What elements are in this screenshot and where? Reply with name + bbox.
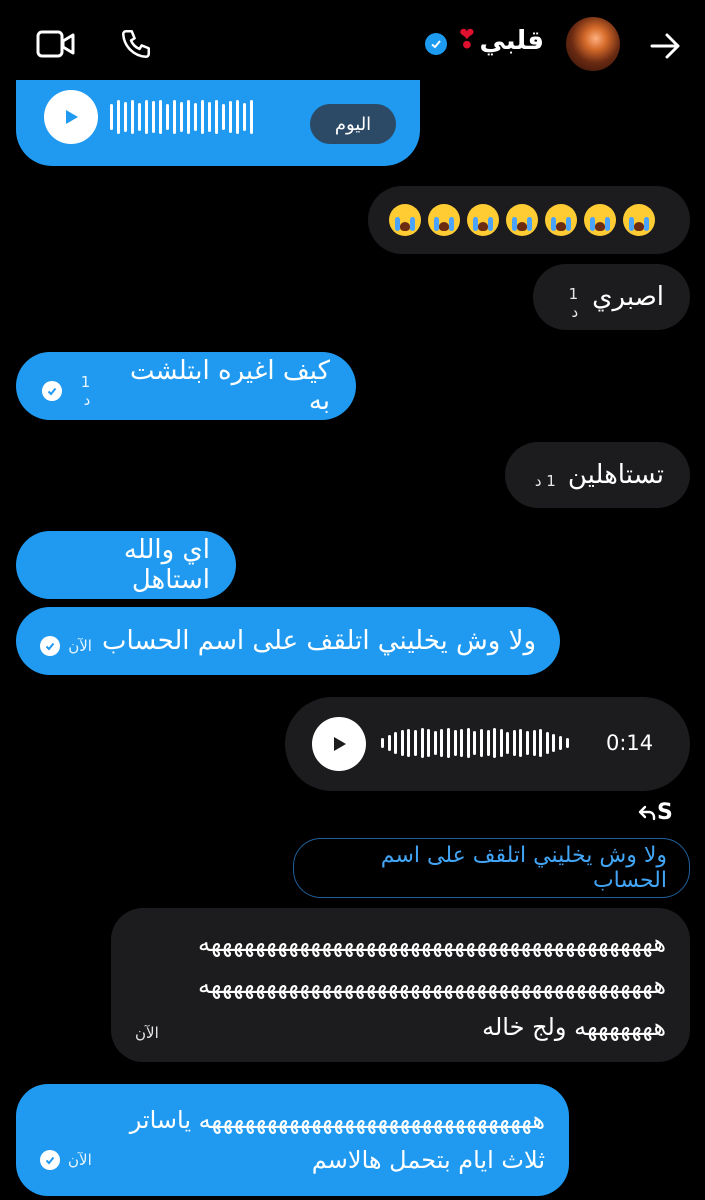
message-time: 1 د (534, 472, 556, 490)
play-button[interactable] (312, 717, 366, 771)
verified-icon (425, 33, 447, 55)
message-time: 1 د (568, 285, 579, 321)
message-bubble[interactable]: ههههههههههههههههههههههههههههههه ياساتر ث… (16, 1084, 569, 1196)
date-pill: اليوم (310, 104, 396, 144)
read-check-icon (40, 636, 61, 656)
message-time: الآن (68, 1151, 92, 1169)
quoted-message[interactable]: ولا وش يخليني اتلقف على اسم الحساب (293, 838, 690, 898)
reply-arrow-icon (637, 804, 657, 826)
video-call-icon[interactable] (34, 24, 78, 64)
voice-waveform (381, 728, 569, 758)
message-text: كيف اغيره ابتلشت به (130, 356, 330, 416)
message-line: هههههههه ولج خاله (482, 1013, 666, 1041)
play-button[interactable] (44, 90, 98, 144)
message-time: 1 د (80, 373, 91, 409)
avatar[interactable] (566, 17, 620, 71)
phone-icon[interactable] (116, 24, 156, 64)
message-bubble[interactable]: اصبري 1 د (533, 264, 690, 330)
message-text: اصبري (592, 282, 664, 312)
quoted-text: ولا وش يخليني اتلقف على اسم الحساب (380, 843, 667, 893)
message-bubble[interactable]: ولا وش يخليني اتلقف على اسم الحساب الآن (16, 607, 560, 675)
reply-sender-label: S (657, 800, 673, 825)
message-line: ثلاث ايام بتحمل هالاسم (311, 1146, 545, 1174)
read-check-icon (42, 381, 62, 401)
contact-name[interactable]: قلبي (479, 26, 544, 56)
message-time: الآن (135, 1024, 159, 1042)
message-text: ولا وش يخليني اتلقف على اسم الحساب (101, 626, 536, 656)
voice-duration: 0:14 (606, 731, 654, 755)
message-bubble[interactable]: كيف اغيره ابتلشت به 1 د (16, 352, 356, 420)
message-text: تستاهلين (567, 460, 664, 490)
back-arrow-icon[interactable] (645, 26, 685, 66)
message-line: هههههههههههههههههههههههههههههههههههههههه… (197, 971, 666, 999)
message-bubble[interactable]: تستاهلين 1 د (505, 442, 690, 508)
message-bubble[interactable]: هههههههههههههههههههههههههههههههههههههههه… (111, 908, 690, 1062)
message-time: الآن (68, 637, 92, 655)
message-line: هههههههههههههههههههههههههههههههههههههههه… (197, 929, 666, 957)
message-bubble[interactable]: اي والله استاهل (16, 531, 236, 599)
heart-emoji: ❣ (456, 25, 478, 55)
emoji-message-bubble[interactable] (368, 186, 690, 254)
message-text: اي والله استاهل (123, 535, 210, 595)
read-check-icon (40, 1150, 60, 1170)
message-line: ههههههههههههههههههههههههههههههه ياساتر (129, 1106, 545, 1134)
voice-waveform (110, 100, 253, 134)
